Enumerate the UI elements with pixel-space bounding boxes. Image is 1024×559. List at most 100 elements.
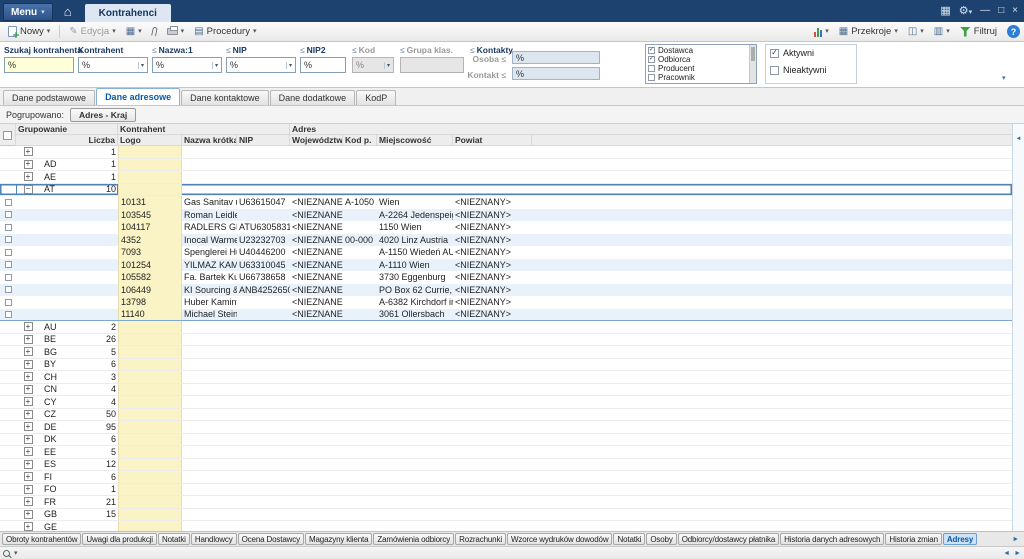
- bottom-tab-11-odbiorcy-dostawcy-płatnika[interactable]: Odbiorcy/dostawcy płatnika: [678, 533, 779, 545]
- bottom-tab-2-notatki[interactable]: Notatki: [158, 533, 190, 545]
- row-checkbox[interactable]: [5, 311, 12, 318]
- scroll-right-button[interactable]: ►: [1014, 550, 1021, 557]
- contractor-row-11140[interactable]: 11140Michael Steinw<NIEZNANE>3061 Ollers…: [0, 309, 1012, 322]
- expand-icon[interactable]: +: [24, 435, 33, 444]
- group-row-de[interactable]: +DE95: [0, 421, 1012, 434]
- kontakt-input[interactable]: %: [512, 67, 600, 80]
- unchecked-checkbox[interactable]: [648, 74, 655, 81]
- expand-icon[interactable]: +: [24, 172, 33, 181]
- operator-icon[interactable]: ≤: [352, 45, 357, 55]
- operator-icon[interactable]: ≤: [400, 45, 405, 55]
- bottom-tab-13-historia-zmian[interactable]: Historia zmian: [885, 533, 942, 545]
- expand-icon[interactable]: +: [24, 397, 33, 406]
- menu-button[interactable]: Menu ▾: [3, 3, 53, 21]
- bottom-tab-8-wzorce-wydruków-dowodów[interactable]: Wzorce wydruków dowodów: [507, 533, 612, 545]
- contractor-row-103545[interactable]: 103545Roman Leidler<NIEZNANE>A-2264 Jede…: [0, 209, 1012, 222]
- expand-icon[interactable]: +: [24, 472, 33, 481]
- bottom-tab-12-historia-danych-adresowych[interactable]: Historia danych adresowych: [780, 533, 884, 545]
- role-option-producent[interactable]: Producent: [648, 64, 748, 72]
- group-row-fo[interactable]: +FO1: [0, 484, 1012, 497]
- procedury-button[interactable]: ▤ Procedury ▾: [190, 24, 260, 39]
- group-row-dk[interactable]: +DK6: [0, 434, 1012, 447]
- bottom-tab-6-zamówienia-odbiorcy[interactable]: Zamówienia odbiorcy: [373, 533, 454, 545]
- filtruj-button[interactable]: Filtruj: [956, 24, 1001, 39]
- bottom-tab-5-magazyny-klienta[interactable]: Magazyny klienta: [305, 533, 372, 545]
- role-option-dostawca[interactable]: ✓Dostawca: [648, 46, 748, 54]
- szukaj-input[interactable]: %: [4, 57, 74, 73]
- bottom-tab-9-notatki[interactable]: Notatki: [613, 533, 645, 545]
- role-option-zleceniobiorca[interactable]: Zleceniobiorca: [648, 82, 748, 84]
- bottom-tabs-scroll-right[interactable]: ►: [1009, 536, 1022, 543]
- bottom-tab-1-uwagi-dla-produkcji[interactable]: Uwagi dla produkcji: [82, 533, 157, 545]
- contractor-row-101254[interactable]: 101254YILMAZ KAMINU63310045<NIEZNANE>A-1…: [0, 259, 1012, 272]
- contractor-row-7093[interactable]: 7093Spenglerei HubeU40446200<NIEZNANE>A-…: [0, 246, 1012, 259]
- expand-icon[interactable]: +: [24, 447, 33, 456]
- expand-icon[interactable]: +: [24, 322, 33, 331]
- column-header-miejscowosc[interactable]: Miejscowość: [377, 135, 453, 146]
- kontrahent-select[interactable]: %▾: [78, 57, 148, 73]
- group-row-cn[interactable]: +CN4: [0, 384, 1012, 397]
- group-row-ge[interactable]: +GE: [0, 521, 1012, 531]
- bottom-tab-0-obroty-kontrahentów[interactable]: Obroty kontrahentów: [2, 533, 81, 545]
- expand-icon[interactable]: +: [24, 160, 33, 169]
- print-button[interactable]: ▾: [163, 26, 189, 37]
- columns-dropdown-button[interactable]: ▥ ▾: [930, 25, 954, 39]
- row-checkbox[interactable]: [5, 249, 12, 256]
- row-checkbox[interactable]: [5, 199, 12, 206]
- role-option-odbiorca[interactable]: ✓Odbiorca: [648, 55, 748, 63]
- window-tab-kontrahenci[interactable]: Kontrahenci: [85, 4, 171, 22]
- contractor-row-106449[interactable]: 106449KI Sourcing & InANB42526509C<NIEZN…: [0, 284, 1012, 297]
- grouping-chip-adres-kraj[interactable]: Adres - Kraj: [70, 108, 136, 122]
- group-row-be[interactable]: +BE26: [0, 334, 1012, 347]
- nip2-input[interactable]: %: [300, 57, 346, 73]
- row-checkbox[interactable]: [5, 299, 12, 306]
- expand-icon[interactable]: +: [24, 360, 33, 369]
- collapse-panel-button[interactable]: ◄: [1016, 136, 1022, 142]
- attachments-button[interactable]: [148, 25, 161, 38]
- group-row-cz[interactable]: +CZ50: [0, 409, 1012, 422]
- osoba-input[interactable]: %: [512, 51, 600, 64]
- group-row-fi[interactable]: +FI6: [0, 471, 1012, 484]
- expand-icon[interactable]: +: [24, 372, 33, 381]
- column-header-grupowanie[interactable]: Grupowanie: [16, 124, 118, 135]
- tab-dane-dodatkowe[interactable]: Dane dodatkowe: [270, 90, 356, 105]
- bottom-tab-7-rozrachunki[interactable]: Rozrachunki: [455, 533, 506, 545]
- bottom-tab-3-handlowcy[interactable]: Handlowcy: [191, 533, 237, 545]
- group-row-au[interactable]: +AU2: [0, 321, 1012, 334]
- listbox-scrollbar[interactable]: [749, 45, 756, 83]
- column-header-nip[interactable]: NIP: [237, 135, 290, 146]
- bottom-tab-14-adresy[interactable]: Adresy: [943, 533, 977, 545]
- status-option-aktywni[interactable]: ✓Aktywni: [770, 48, 852, 58]
- view-dropdown-button[interactable]: ▦ ▾: [122, 25, 146, 39]
- close-button[interactable]: ×: [1012, 6, 1018, 16]
- row-checkbox[interactable]: [5, 224, 12, 231]
- expand-icon[interactable]: +: [24, 485, 33, 494]
- operator-icon[interactable]: ≤: [300, 45, 305, 55]
- expand-icon[interactable]: +: [24, 522, 33, 531]
- column-header-liczba[interactable]: Liczba: [68, 135, 118, 146]
- help-button[interactable]: ?: [1007, 25, 1020, 38]
- row-checkbox[interactable]: [5, 274, 12, 281]
- column-header-kontrahent[interactable]: Kontrahent: [118, 124, 290, 135]
- status-option-nieaktywni[interactable]: Nieaktywni: [770, 65, 852, 75]
- row-checkbox[interactable]: [5, 211, 12, 218]
- expand-icon[interactable]: +: [24, 335, 33, 344]
- przekroje-button[interactable]: ▦ Przekroje ▾: [835, 24, 902, 39]
- expand-icon[interactable]: +: [24, 147, 33, 156]
- chevron-down-icon[interactable]: ▾: [14, 550, 18, 557]
- nazwa-select[interactable]: %▾: [152, 57, 222, 73]
- unchecked-checkbox[interactable]: [648, 83, 655, 85]
- expand-icon[interactable]: +: [24, 385, 33, 394]
- expand-icon[interactable]: +: [24, 460, 33, 469]
- operator-icon[interactable]: ≤: [152, 45, 157, 55]
- group-row-by[interactable]: +BY6: [0, 359, 1012, 372]
- operator-icon[interactable]: ≤: [226, 45, 231, 55]
- group-row-at[interactable]: −AT10: [0, 184, 1012, 197]
- group-row-fr[interactable]: +FR21: [0, 496, 1012, 509]
- edycja-button[interactable]: ✎ Edycja ▾: [65, 24, 119, 39]
- expand-icon[interactable]: +: [24, 497, 33, 506]
- column-header-nazwa-krotka[interactable]: Nazwa krótka: [182, 135, 237, 146]
- home-button[interactable]: ⌂: [56, 4, 80, 19]
- expand-icon[interactable]: +: [24, 422, 33, 431]
- minimize-button[interactable]: —: [980, 6, 990, 16]
